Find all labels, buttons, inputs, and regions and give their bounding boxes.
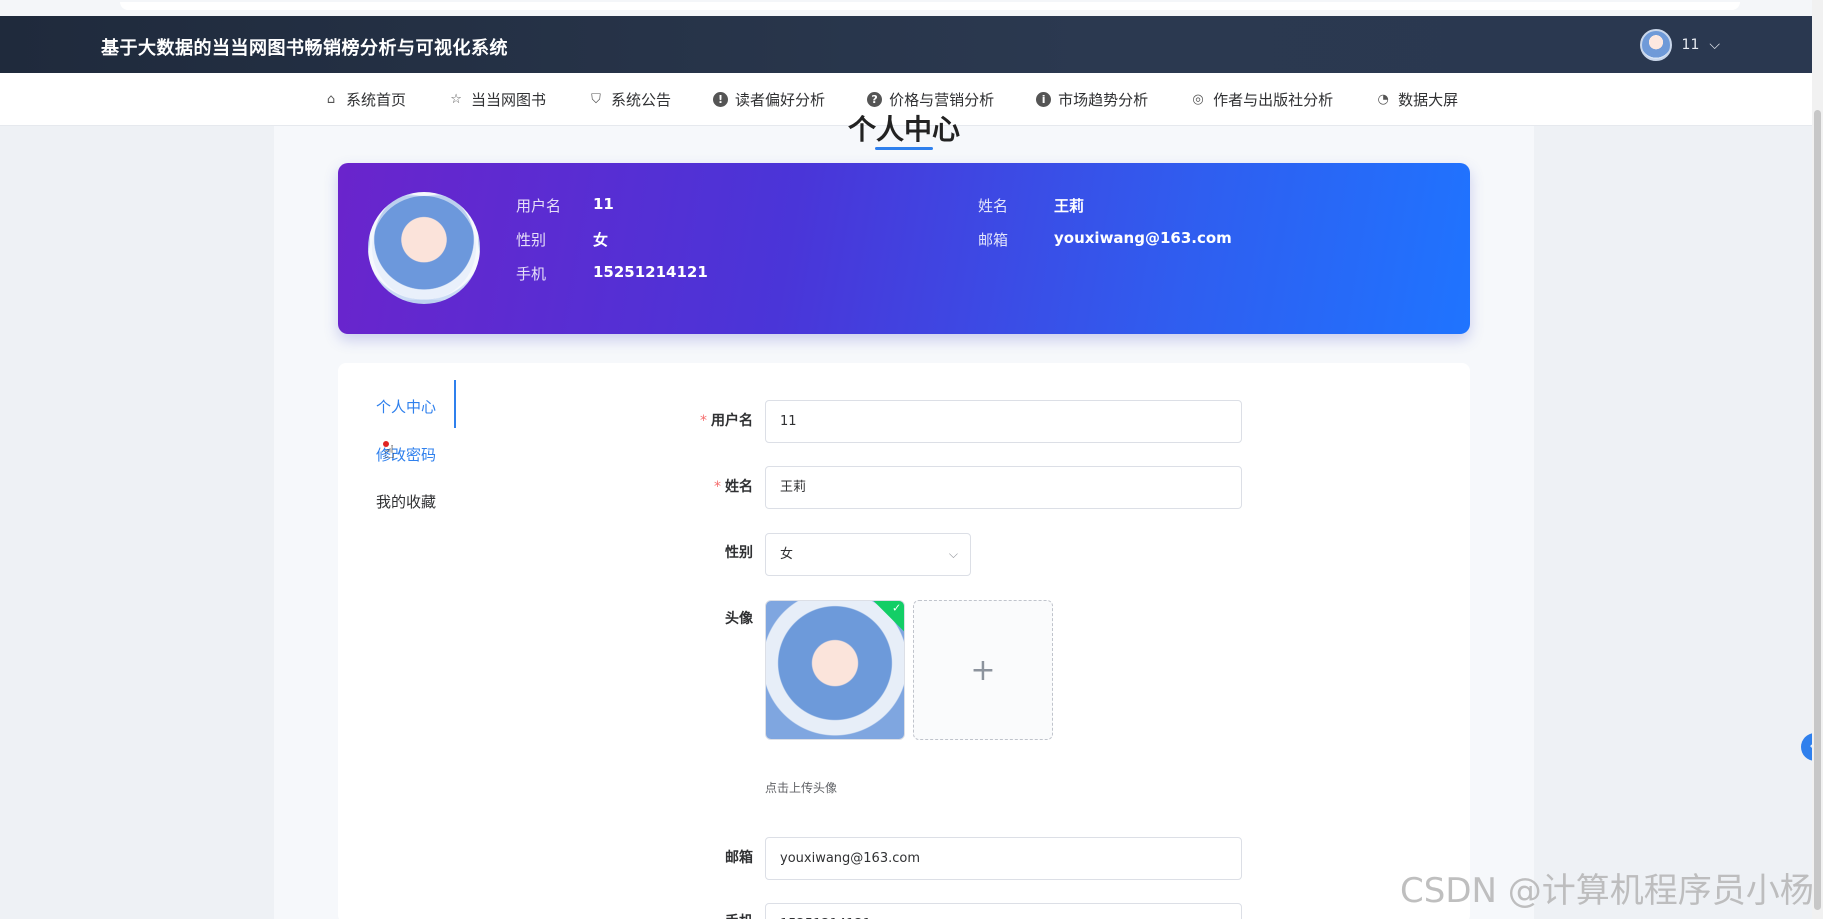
menu-active-indicator — [454, 380, 456, 428]
label-gender: 性别 — [725, 545, 753, 561]
nav-item-dashboard[interactable]: ◔ 数据大屏 — [1375, 89, 1458, 110]
form-card: 个人中心 修改密码 我的收藏 ☝ * 用户名 11 * 姓名 王莉 性别 女 ⌵ 头… — [338, 363, 1470, 919]
name-input[interactable]: 王莉 — [765, 466, 1242, 509]
uploaded-avatar[interactable]: ✓ — [765, 600, 905, 740]
page-scrollbar[interactable] — [1812, 0, 1823, 919]
nav-label: 系统公告 — [611, 91, 672, 109]
nav-label: 系统首页 — [346, 91, 407, 109]
user-menu[interactable]: 11 ⌵ — [1639, 29, 1720, 61]
label-avatar: 头像 — [725, 611, 753, 627]
nav-label: 作者与出版社分析 — [1213, 91, 1334, 109]
nav-item-reader[interactable]: ! 读者偏好分析 — [713, 89, 825, 110]
info-label-username: 用户名 — [516, 197, 562, 215]
info-value-phone: 15251214121 — [593, 263, 708, 281]
upload-tip: 点击上传头像 — [765, 781, 838, 795]
required-mark: * — [714, 479, 721, 495]
info-label-name: 姓名 — [978, 197, 1009, 215]
email-input[interactable]: youxiwang@163.com — [765, 837, 1242, 880]
menu-item-favorites[interactable]: 我的收藏 — [376, 491, 436, 512]
page-title: 个人中心 — [847, 113, 960, 146]
question-icon: ? — [867, 92, 883, 107]
info-icon: i — [1036, 92, 1052, 107]
target-icon: ◎ — [1192, 92, 1204, 107]
upload-success-badge: ✓ — [872, 601, 904, 633]
info-label-phone: 手机 — [516, 265, 547, 283]
nav-label: 读者偏好分析 — [735, 91, 826, 109]
star-icon: ☆ — [450, 92, 462, 107]
gender-select[interactable]: 女 ⌵ — [765, 533, 971, 576]
label-text: 姓名 — [725, 479, 753, 495]
check-icon: ✓ — [892, 601, 902, 615]
app-title: 基于大数据的当当网图书畅销榜分析与可视化系统 — [101, 38, 508, 59]
label-username: * 用户名 — [633, 410, 753, 430]
username-label: 11 — [1681, 37, 1700, 53]
home-icon: ⌂ — [326, 92, 336, 107]
info-value-gender: 女 — [593, 231, 609, 249]
nav-label: 当当网图书 — [471, 91, 547, 109]
nav-item-books[interactable]: ☆ 当当网图书 — [448, 89, 546, 110]
username-input[interactable]: 11 — [765, 400, 1242, 443]
nav-label: 市场趋势分析 — [1058, 91, 1149, 109]
pointer-cursor-icon: ☝ — [384, 442, 395, 463]
watermark: CSDN @计算机程序员小杨 — [1400, 871, 1814, 911]
nav-item-market[interactable]: i 市场趋势分析 — [1036, 89, 1148, 110]
nav-item-author[interactable]: ◎ 作者与出版社分析 — [1190, 89, 1333, 110]
nav-label: 数据大屏 — [1398, 91, 1459, 109]
gender-selected-value: 女 — [780, 547, 794, 562]
nav-item-notice[interactable]: ⛉ 系统公告 — [588, 89, 671, 110]
nav-label: 价格与营销分析 — [889, 91, 995, 109]
label-phone: 手机 — [633, 911, 753, 919]
info-value-email: youxiwang@163.com — [1054, 229, 1232, 247]
browser-strip — [0, 0, 1812, 16]
content-area: 个人中心 用户名 11 性别 女 手机 15251214121 姓名 王莉 邮箱… — [274, 113, 1534, 919]
info-value-name: 王莉 — [1054, 197, 1085, 215]
label-email: 邮箱 — [725, 850, 753, 866]
chart-icon: ◔ — [1377, 92, 1389, 107]
menu-item-profile[interactable]: 个人中心 — [376, 396, 436, 417]
browser-bar — [120, 2, 1740, 10]
upload-button[interactable]: + — [913, 600, 1053, 740]
phone-input[interactable]: 15251214121 — [765, 903, 1242, 919]
user-avatar[interactable] — [1639, 29, 1672, 61]
required-mark: * — [700, 413, 707, 429]
title-underline — [875, 147, 933, 150]
info-value-username: 11 — [593, 195, 614, 213]
scrollbar-thumb[interactable] — [1814, 110, 1821, 910]
alert-icon: ! — [713, 92, 729, 107]
bag-icon: ⛉ — [591, 92, 601, 107]
plus-icon: + — [970, 652, 996, 688]
top-header: 基于大数据的当当网图书畅销榜分析与可视化系统 11 ⌵ — [0, 16, 1812, 73]
profile-card: 用户名 11 性别 女 手机 15251214121 姓名 王莉 邮箱 youx… — [338, 163, 1470, 334]
nav-item-price[interactable]: ? 价格与营销分析 — [867, 89, 994, 110]
info-label-email: 邮箱 — [978, 231, 1009, 249]
chevron-down-icon[interactable]: ⌵ — [1709, 37, 1720, 53]
label-name: * 姓名 — [633, 476, 753, 496]
label-text: 用户名 — [711, 413, 753, 429]
info-label-gender: 性别 — [516, 231, 547, 249]
nav-item-home[interactable]: ⌂ 系统首页 — [323, 89, 406, 110]
profile-avatar — [368, 192, 480, 304]
chevron-down-icon: ⌵ — [948, 547, 958, 561]
